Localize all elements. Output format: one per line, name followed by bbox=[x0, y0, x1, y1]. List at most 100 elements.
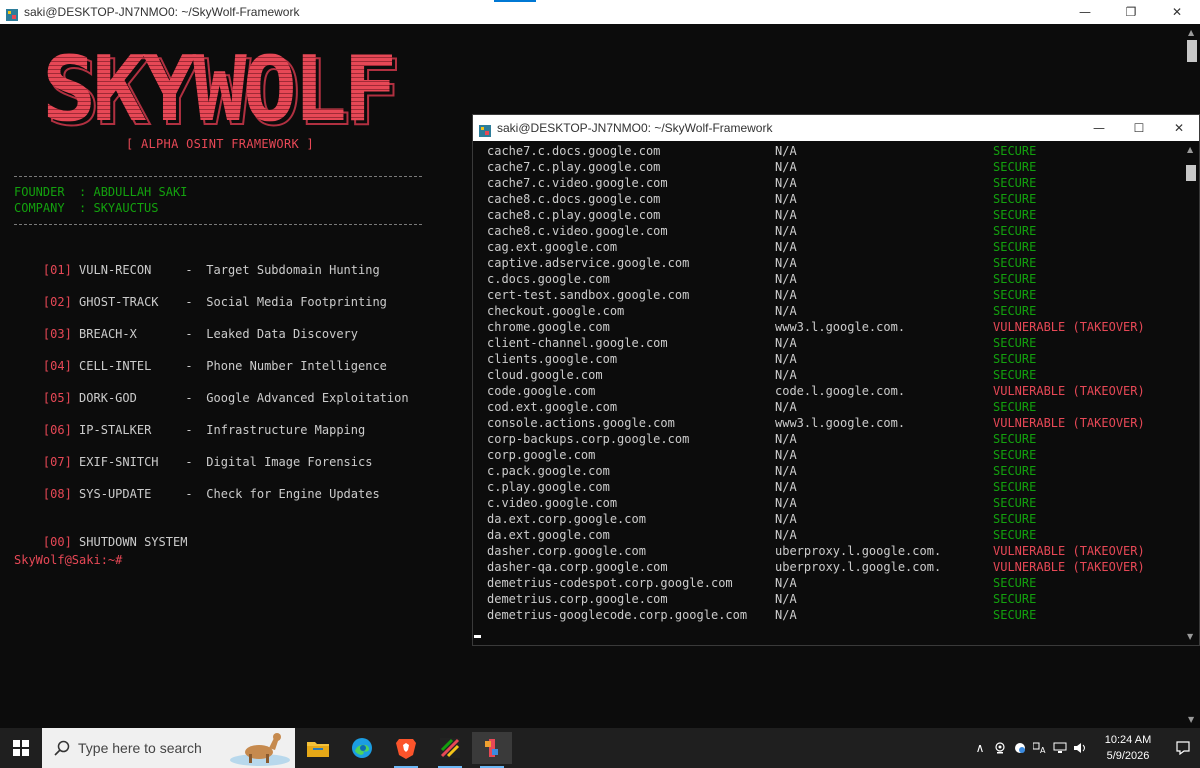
result-cname: N/A bbox=[775, 400, 797, 414]
maximize-button[interactable]: ☐ bbox=[1119, 115, 1159, 141]
company-line: COMPANY : SKYAUCTUS bbox=[14, 201, 159, 215]
result-cname: N/A bbox=[775, 256, 797, 270]
result-host: demetrius.corp.google.com bbox=[487, 592, 668, 606]
menu-name: IP-STALKER bbox=[79, 423, 152, 437]
text-cursor bbox=[474, 635, 481, 638]
menu-number: [02] bbox=[42, 295, 72, 309]
result-host: captive.adservice.google.com bbox=[487, 256, 690, 270]
close-button[interactable]: ✕ bbox=[1159, 115, 1199, 141]
menu-desc: Check for Engine Updates bbox=[206, 487, 380, 501]
result-status: SECURE bbox=[993, 496, 1037, 510]
scroll-thumb[interactable] bbox=[1186, 165, 1196, 181]
taskbar-search-box[interactable]: Type here to search bbox=[42, 728, 295, 768]
result-status: SECURE bbox=[993, 400, 1037, 414]
file-explorer-icon[interactable] bbox=[298, 732, 338, 764]
result-cname: N/A bbox=[775, 432, 797, 446]
ime-language-icon[interactable]: A bbox=[1030, 728, 1050, 768]
menu-name: SHUTDOWN SYSTEM bbox=[79, 535, 188, 549]
menu-separator: - bbox=[185, 423, 193, 437]
result-host: c.play.google.com bbox=[487, 480, 610, 494]
result-host: client-channel.google.com bbox=[487, 336, 668, 350]
brave-icon[interactable] bbox=[386, 732, 426, 768]
volume-icon[interactable] bbox=[1070, 728, 1090, 768]
menu-desc: Leaked Data Discovery bbox=[206, 327, 358, 341]
system-clock[interactable]: 10:24 AM 5/9/2026 bbox=[1090, 728, 1166, 768]
result-host: checkout.google.com bbox=[487, 304, 625, 318]
result-status: SECURE bbox=[993, 448, 1037, 462]
result-cname: N/A bbox=[775, 512, 797, 526]
front-terminal-window[interactable]: saki@DESKTOP-JN7NMO0: ~/SkyWolf-Framewor… bbox=[472, 114, 1200, 646]
webcam-icon[interactable] bbox=[990, 728, 1010, 768]
result-status: SECURE bbox=[993, 288, 1037, 302]
result-host: code.google.com bbox=[487, 384, 596, 398]
result-cname: uberproxy.l.google.com. bbox=[775, 560, 942, 574]
founder-line: FOUNDER : ABDULLAH SAKI bbox=[14, 185, 188, 199]
taskbar: Type here to search ∧ A 10:24 AM 5/9/202… bbox=[0, 728, 1200, 768]
clock-time: 10:24 AM bbox=[1104, 734, 1152, 746]
front-window-title: saki@DESKTOP-JN7NMO0: ~/SkyWolf-Framewor… bbox=[497, 121, 773, 135]
result-cname: N/A bbox=[775, 608, 797, 622]
menu-desc: Infrastructure Mapping bbox=[206, 423, 366, 437]
skywolf-banner: SKYWOLF SKYWOLF bbox=[38, 34, 468, 134]
result-cname: N/A bbox=[775, 176, 797, 190]
notification-icon[interactable] bbox=[1166, 728, 1200, 768]
result-status: VULNERABLE (TAKEOVER) bbox=[993, 320, 1145, 334]
result-status: SECURE bbox=[993, 464, 1037, 478]
banner-art: SKYWOLF SKYWOLF bbox=[42, 37, 402, 134]
result-status: SECURE bbox=[993, 304, 1037, 318]
show-hidden-icons-chevron-icon[interactable]: ∧ bbox=[970, 728, 990, 768]
result-status: VULNERABLE (TAKEOVER) bbox=[993, 384, 1145, 398]
menu-name: EXIF-SNITCH bbox=[79, 455, 159, 469]
clock-date: 5/9/2026 bbox=[1106, 750, 1150, 762]
edge-icon[interactable] bbox=[342, 732, 382, 764]
result-host: demetrius-codespot.corp.google.com bbox=[487, 576, 733, 590]
search-placeholder: Type here to search bbox=[78, 740, 202, 756]
result-cname: N/A bbox=[775, 336, 797, 350]
result-cname: N/A bbox=[775, 288, 797, 302]
front-scrollbar[interactable]: ▲ ▼ bbox=[1183, 141, 1199, 645]
front-title-bar[interactable]: saki@DESKTOP-JN7NMO0: ~/SkyWolf-Framewor… bbox=[473, 115, 1199, 141]
close-button[interactable]: ✕ bbox=[1154, 0, 1200, 24]
scroll-down-arrow-icon[interactable]: ▼ bbox=[1187, 632, 1193, 641]
result-cname: N/A bbox=[775, 224, 797, 238]
back-window-title: saki@DESKTOP-JN7NMO0: ~/SkyWolf-Framewor… bbox=[24, 5, 300, 19]
network-icon[interactable] bbox=[1050, 728, 1070, 768]
menu-desc: Phone Number Intelligence bbox=[206, 359, 387, 373]
windows-start-icon[interactable] bbox=[0, 728, 42, 768]
result-host: cache7.c.play.google.com bbox=[487, 160, 661, 174]
defender-icon[interactable] bbox=[1010, 728, 1030, 768]
result-cname: N/A bbox=[775, 528, 797, 542]
menu-separator: - bbox=[185, 455, 193, 469]
result-cname: uberproxy.l.google.com. bbox=[775, 544, 942, 558]
scroll-down-arrow-icon[interactable]: ▼ bbox=[1188, 715, 1194, 724]
result-host: corp.google.com bbox=[487, 448, 596, 462]
result-status: SECURE bbox=[993, 368, 1037, 382]
scroll-up-arrow-icon[interactable]: ▲ bbox=[1188, 28, 1194, 37]
wsl-icon[interactable] bbox=[430, 732, 470, 768]
menu-separator: - bbox=[185, 295, 193, 309]
back-title-bar[interactable]: saki@DESKTOP-JN7NMO0: ~/SkyWolf-Framewor… bbox=[0, 0, 1200, 24]
minimize-button[interactable]: — bbox=[1062, 0, 1108, 24]
result-cname: www3.l.google.com. bbox=[775, 416, 906, 430]
result-status: SECURE bbox=[993, 576, 1037, 590]
result-host: da.ext.google.com bbox=[487, 528, 610, 542]
menu-number: [07] bbox=[42, 455, 72, 469]
result-host: cloud.google.com bbox=[487, 368, 603, 382]
minimize-button[interactable]: — bbox=[1079, 115, 1119, 141]
result-cname: N/A bbox=[775, 144, 797, 158]
result-host: clients.google.com bbox=[487, 352, 618, 366]
scroll-thumb[interactable] bbox=[1187, 40, 1197, 62]
result-host: console.actions.google.com bbox=[487, 416, 675, 430]
terminal-app-icon bbox=[6, 6, 18, 21]
menu-separator: - bbox=[185, 487, 193, 501]
git-icon[interactable] bbox=[472, 732, 512, 768]
result-cname: N/A bbox=[775, 192, 797, 206]
search-highlight-horse-icon[interactable] bbox=[229, 730, 291, 766]
result-host: corp-backups.corp.google.com bbox=[487, 432, 690, 446]
terminal-app-icon bbox=[479, 122, 491, 137]
scroll-up-arrow-icon[interactable]: ▲ bbox=[1187, 145, 1193, 154]
maximize-button[interactable]: ❐ bbox=[1108, 0, 1154, 24]
result-status: SECURE bbox=[993, 528, 1037, 542]
shell-prompt[interactable]: SkyWolf@Saki:~# bbox=[14, 553, 122, 567]
system-tray: ∧ A 10:24 AM 5/9/2026 bbox=[970, 728, 1200, 768]
